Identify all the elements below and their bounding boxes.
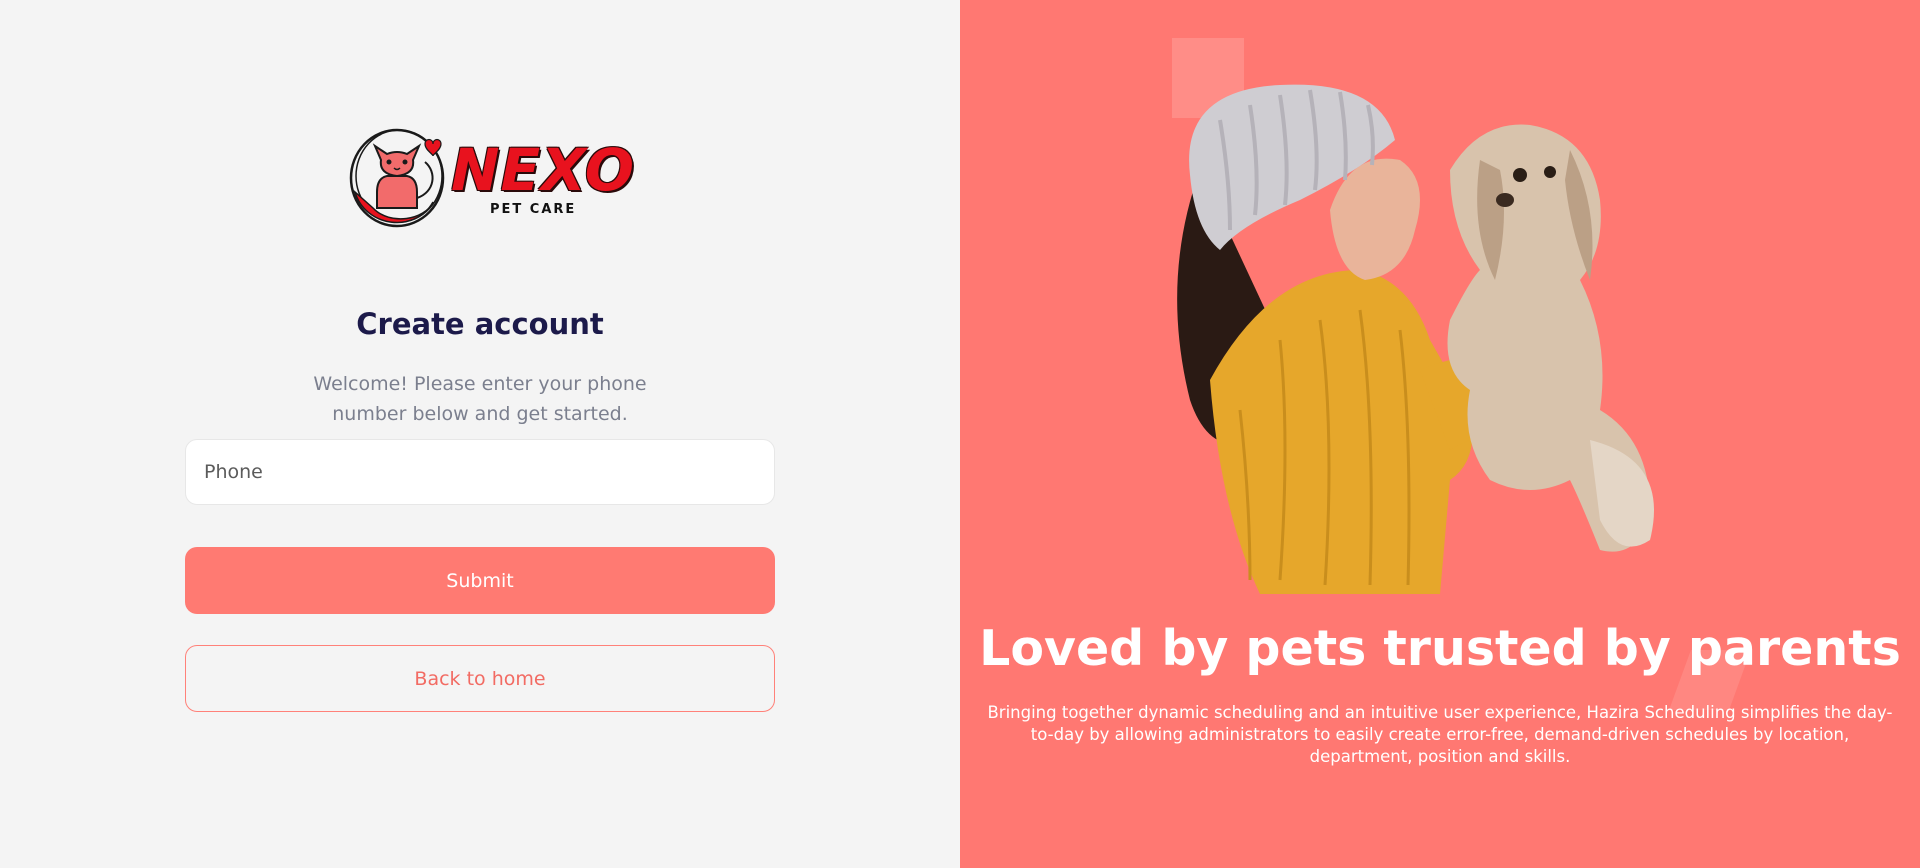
hero-heading: Loved by pets trusted by parents (979, 620, 1901, 677)
logo-wordmark: NEXO (451, 136, 636, 204)
woman-kissing-dog-photo (1177, 84, 1654, 594)
page-title: Create account (356, 307, 604, 342)
phone-input[interactable] (185, 439, 775, 505)
create-account-page: NEXO PET CARE Create account Welcome! Pl… (0, 0, 1920, 868)
welcome-message: Welcome! Please enter your phone number … (313, 373, 647, 425)
logo-tagline: PET CARE (490, 202, 577, 217)
cat-in-circle-logo-icon (349, 128, 445, 228)
promo-panel: Loved by pets trusted by parents Bringin… (960, 0, 1920, 868)
nexo-logo[interactable]: NEXO PET CARE (345, 122, 634, 234)
submit-button[interactable]: Submit (185, 547, 775, 614)
hero-description: Bringing together dynamic scheduling and… (987, 703, 1893, 766)
form-panel: NEXO PET CARE Create account Welcome! Pl… (0, 0, 960, 868)
back-to-home-button[interactable]: Back to home (185, 645, 775, 712)
